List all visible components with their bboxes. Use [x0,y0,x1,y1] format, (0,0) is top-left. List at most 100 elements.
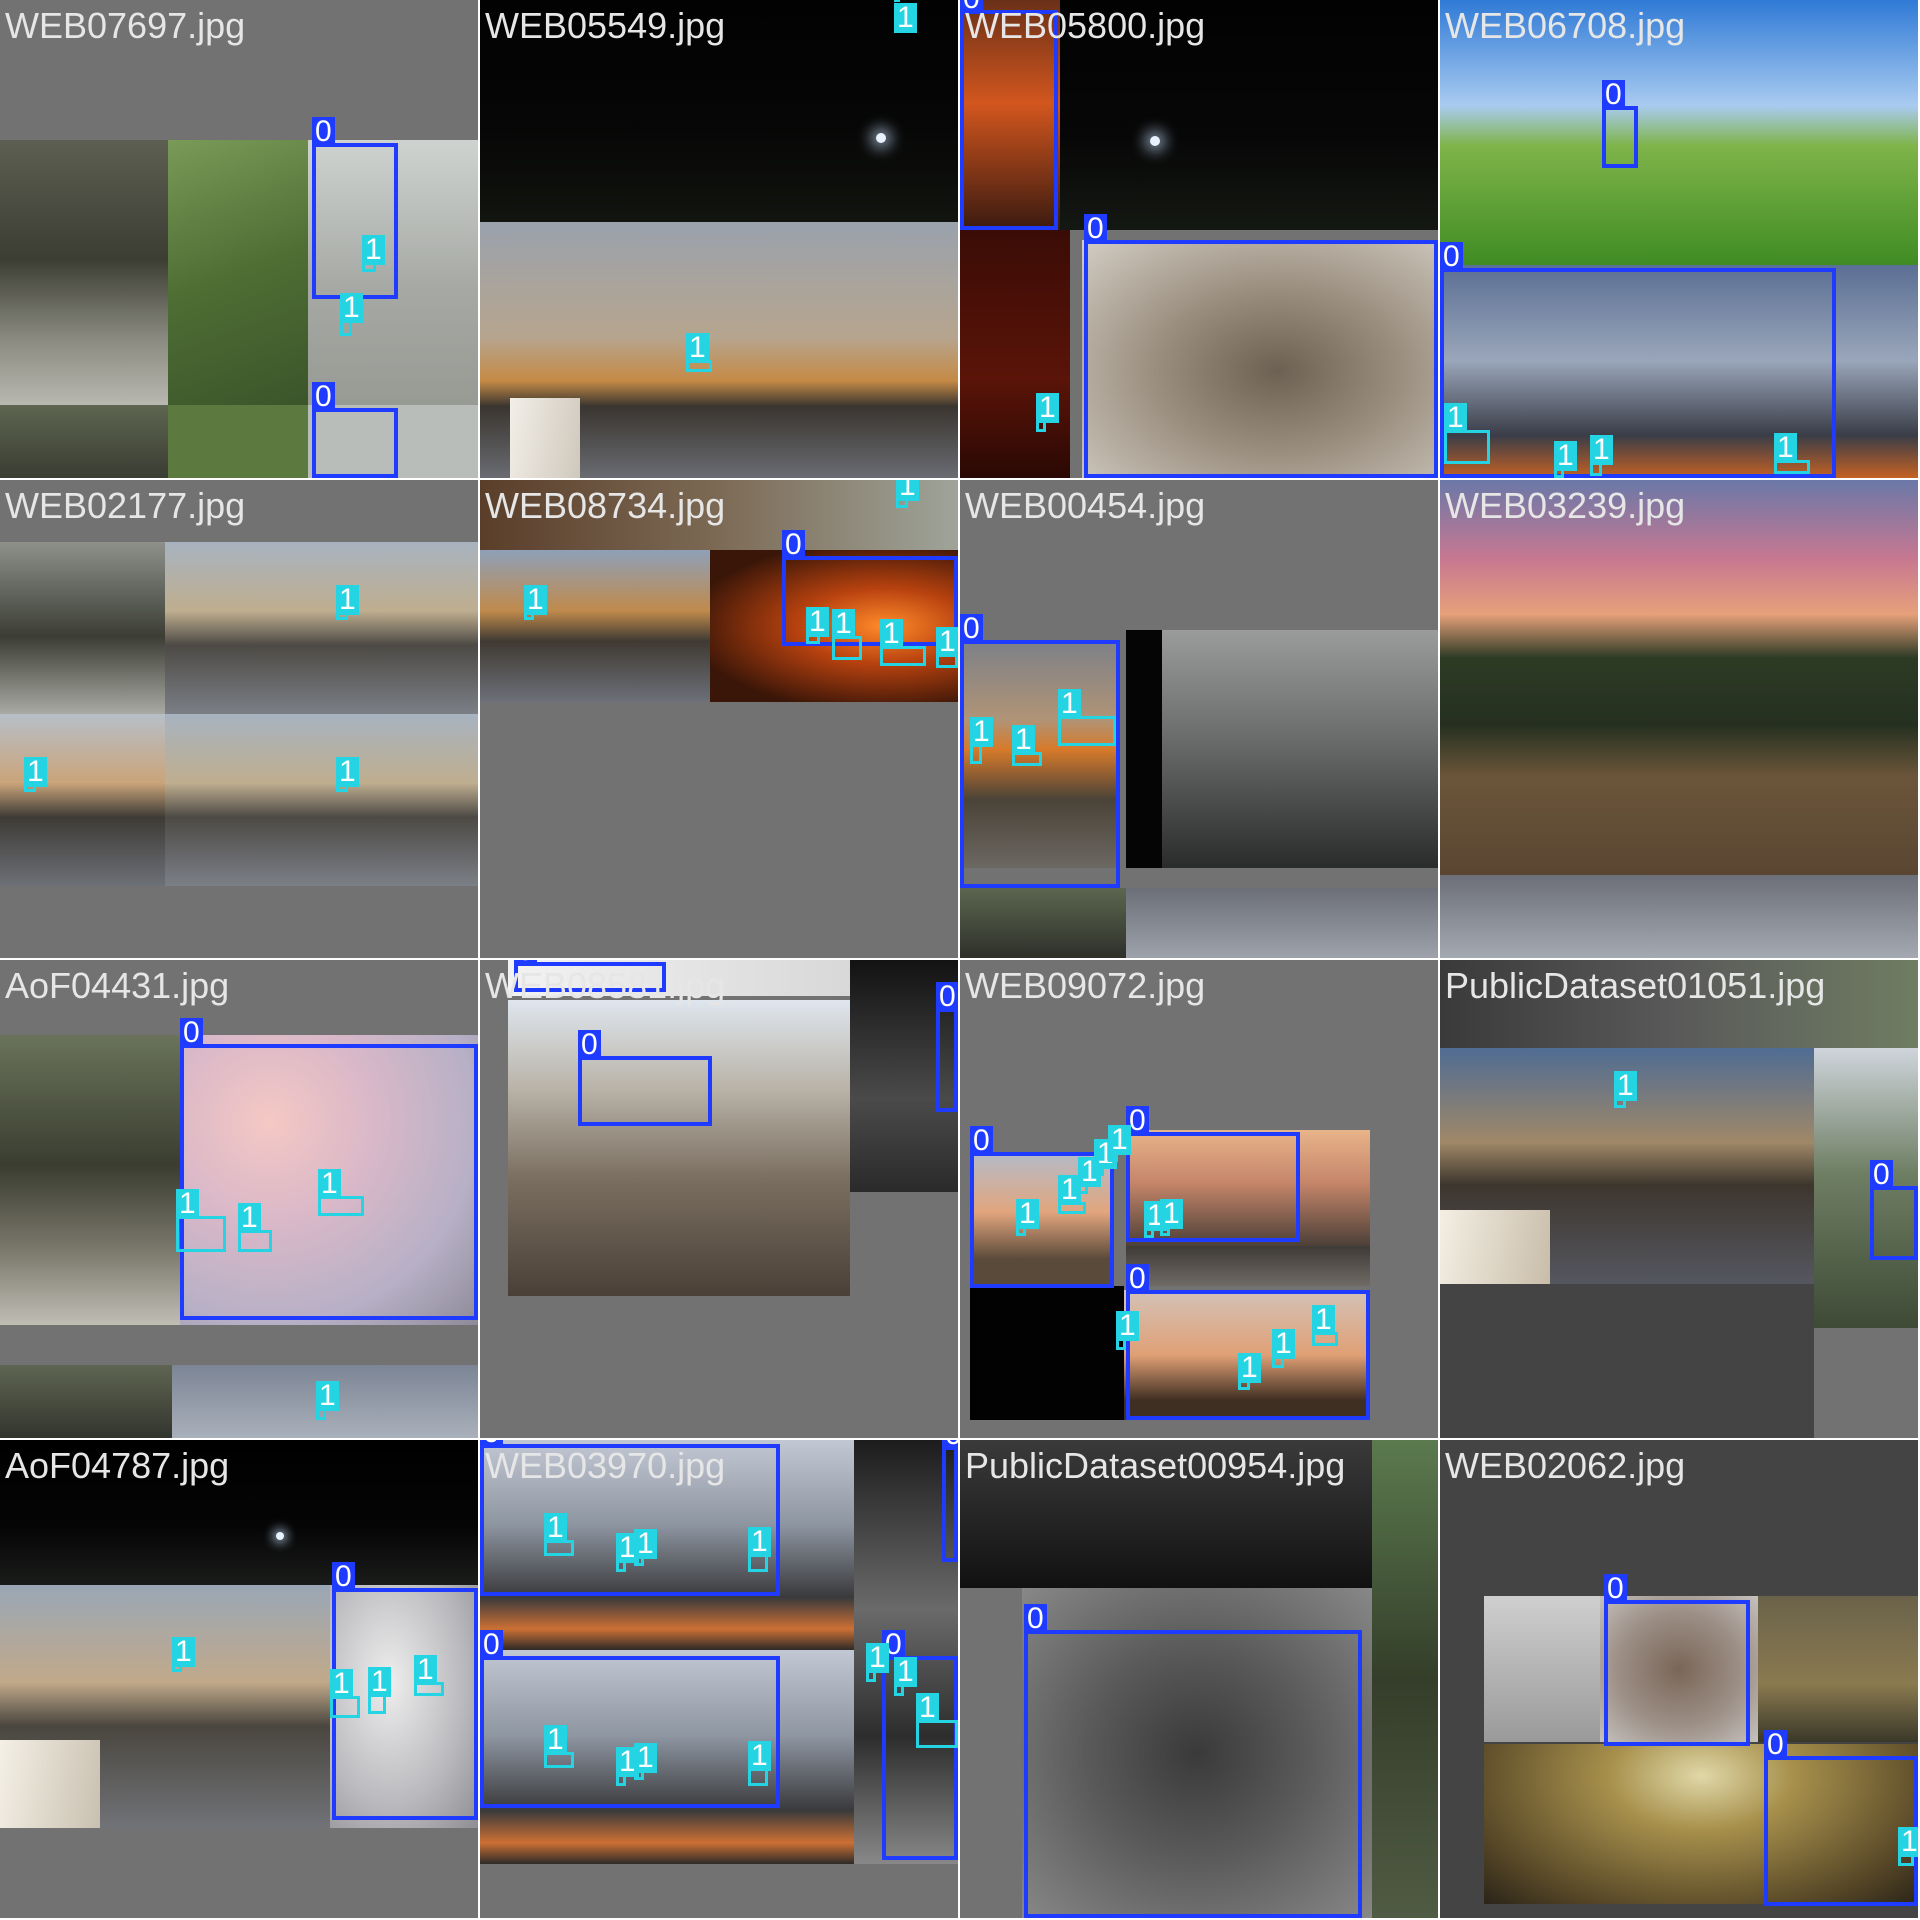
fire-box: 1 [362,235,385,272]
class-label: 0 [1084,214,1107,244]
tile-aof04787: AoF04787.jpg 0 1 1 1 1 [0,1440,478,1918]
tile-web03970: WEB03970.jpg 0 0 0 0 1 1 1 1 1 1 1 1 1 1… [480,1440,958,1918]
class-label: 1 [316,1381,339,1411]
street-light [1150,136,1160,146]
tile-publicdataset00954: PublicDataset00954.jpg 0 [960,1440,1438,1918]
filename-label: WEB05549.jpg [485,5,726,46]
class-label: 1 [330,1669,353,1699]
filename-label: AoF04787.jpg [5,1445,230,1486]
class-label: 1 [894,1657,917,1687]
smoke-box: 0 [1084,214,1438,478]
class-label: 0 [312,117,335,147]
fire-box: 1 [1238,1353,1261,1390]
filename-label: WEB09072.jpg [965,965,1206,1006]
class-label: 1 [896,480,919,501]
class-label: 0 [1602,80,1625,110]
snow-wall [510,398,580,478]
tile-web02177: WEB02177.jpg 1 1 1 [0,480,478,958]
fire-box: 1 [368,1667,391,1714]
street-light [276,1532,284,1540]
class-label: 0 [782,530,805,560]
tile-web06708: WEB06708.jpg 0 0 1 1 1 1 [1440,0,1918,478]
class-label: 1 [176,1189,199,1219]
fire-box: 1 [336,585,359,620]
photo-sunset-lot [165,542,478,714]
class-label: 1 [362,235,385,265]
smoke-box: 0 [942,1440,958,1562]
black-bar [1126,630,1162,868]
fire-box: 1 [686,333,712,372]
photo-train [0,140,168,405]
fire-box: 1 [866,1643,889,1682]
fire-box: 1 [1012,725,1042,766]
class-label: 1 [524,585,547,615]
tile-web05800: WEB05800.jpg 0 0 1 [960,0,1438,478]
photo-sunset-lot [480,550,710,702]
fire-box: 1 [634,1743,657,1780]
fire-box: 1 [806,607,829,644]
class-label: 1 [368,1667,391,1697]
smoke-box: 0 [1764,1730,1918,1906]
class-label: 0 [180,1018,203,1048]
fire-box: 1 [880,619,926,666]
fire-box: 1 [1444,403,1490,464]
filename-label: WEB08734.jpg [485,485,726,526]
class-label: 1 [1272,1329,1295,1359]
fire-box: 1 [634,1529,657,1566]
dark-pad [1440,1284,1814,1438]
filename-label: WEB08581.jpg [485,965,726,1006]
class-label: 1 [1058,689,1081,719]
fire-box: 1 [1590,435,1613,476]
class-label: 1 [1312,1305,1335,1335]
class-label: 0 [1126,1264,1149,1294]
photo-sunset-lot [165,714,478,886]
smoke-box: 0 [1604,1574,1750,1746]
class-label: 1 [1108,1125,1131,1155]
class-label: 1 [24,757,47,787]
class-label: 1 [1016,1199,1039,1229]
fire-box: 1 [1144,1201,1167,1238]
class-label: 1 [936,627,958,657]
fire-box: 1 [894,1657,917,1696]
gradient-pad [1440,875,1918,958]
class-label: 1 [1238,1353,1261,1383]
fire-box: 1 [414,1655,444,1696]
filename-label: WEB03239.jpg [1445,485,1686,526]
fire-box: 1 [1058,1175,1086,1214]
class-label: 1 [1590,435,1613,465]
tile-web00454: WEB00454.jpg 0 1 1 1 [960,480,1438,958]
tile-web05549: WEB05549.jpg 1 1 [480,0,958,478]
class-label: 0 [312,382,335,412]
class-label: 1 [866,1643,889,1673]
class-label: 0 [942,1440,958,1450]
photo-train [0,1035,180,1325]
photo-red-room [960,230,1070,478]
filename-label: WEB02177.jpg [5,485,246,526]
fire-box: 1 [616,1747,639,1786]
fire-box: 1 [748,1741,771,1786]
mosaic-grid: WEB07697.jpg 0 1 1 0 WEB05549.jpg 1 1 WE… [0,0,1920,1920]
class-label: 1 [1036,393,1059,423]
fire-box: 1 [318,1169,364,1216]
photo-foggy-field [1484,1596,1600,1742]
fire-box: 1 [336,757,359,792]
class-label: 1 [336,585,359,615]
class-label: 0 [1024,1604,1047,1634]
fire-box: 1 [172,1637,195,1672]
class-label: 1 [1774,433,1797,463]
fire-box: 1 [748,1527,771,1572]
photo-train-strip [960,888,1126,958]
class-label: 1 [238,1203,261,1233]
photo-sunset-forest [1440,480,1918,875]
filename-label: WEB00454.jpg [965,485,1206,526]
class-label: 1 [970,717,993,747]
class-label: 1 [880,619,903,649]
street-light [876,133,886,143]
class-label: 1 [634,1743,657,1773]
smoke-box: 0 [480,1630,780,1808]
gradient-pad [1126,888,1438,958]
filename-label: WEB05800.jpg [965,5,1206,46]
smoke-box: 0 [1024,1604,1362,1918]
photo-train [0,542,165,714]
photo-forest-edge [1372,1440,1438,1918]
